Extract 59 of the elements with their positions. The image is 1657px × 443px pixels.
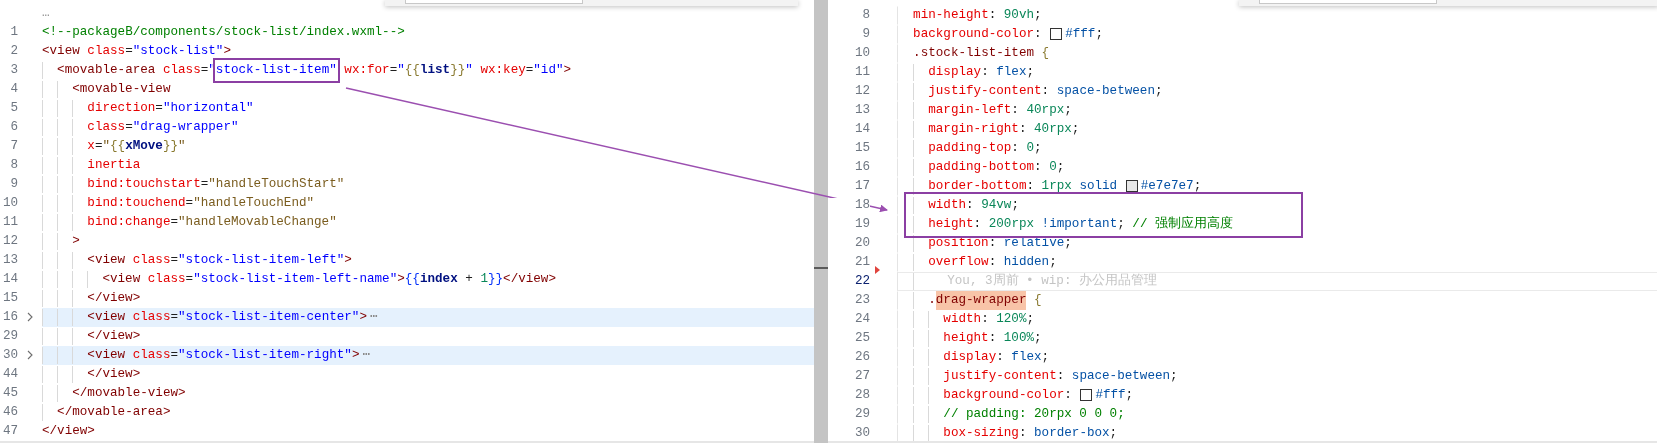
code-text: background-color: xyxy=(943,386,1073,404)
code-text: box-sizing: border-box; xyxy=(943,424,1118,441)
code-text: width: 120%; xyxy=(943,310,1035,328)
code-text: </movable-view> xyxy=(72,384,186,402)
code-text: min-height: 90vh; xyxy=(913,6,1042,24)
code-text: <view class="stock-list-item-right"> xyxy=(87,346,360,364)
code-text: margin-right: 40rpx; xyxy=(928,120,1080,138)
code-text: </view> xyxy=(87,327,141,345)
code-text: direction="horizontal" xyxy=(87,99,254,117)
code-text: #e7e7e7; xyxy=(1140,177,1202,195)
ellipsis-text: … xyxy=(42,4,50,22)
code-text: padding-top: 0; xyxy=(928,139,1042,157)
code-text: bind:change="handleMovableChange" xyxy=(87,213,337,231)
code-text: display: flex; xyxy=(928,63,1035,81)
code-text: width: 94vw; xyxy=(928,196,1019,214)
code-text: inertia xyxy=(87,156,141,174)
triangle-icon xyxy=(875,265,880,274)
code-text: background-color: xyxy=(913,25,1043,43)
code-text: position: relative; xyxy=(928,234,1072,252)
code-text: <view class="stock-list"> xyxy=(42,42,231,60)
code-text: <view class="stock-list-item-left-name">{{index + 1}}</view> xyxy=(102,270,556,288)
color-swatch[interactable] xyxy=(1080,389,1093,401)
code-text: padding-bottom: 0; xyxy=(928,158,1065,176)
code-text: justify-content: space-between; xyxy=(943,367,1178,385)
code-text: display: flex; xyxy=(943,348,1050,366)
code-text: <view class="stock-list-item-left"> xyxy=(87,251,352,269)
color-swatch[interactable] xyxy=(1050,28,1063,40)
fold-ellipsis[interactable]: ⋯ xyxy=(370,307,378,327)
code-text: height: 200rpx !important; // 强制应用高度 xyxy=(928,215,1233,233)
code-text: <view class="stock-list-item-center"> xyxy=(87,308,367,326)
code-text: bind:touchstart="handleTouchStart" xyxy=(87,175,345,193)
chevron-right-icon[interactable] xyxy=(27,350,33,360)
code-text: { xyxy=(1033,291,1042,309)
scrollbar[interactable] xyxy=(814,0,828,443)
code-text: #fff; xyxy=(1065,25,1103,43)
color-swatch[interactable] xyxy=(1125,180,1138,192)
code-text: <!--packageB/components/stock-list/index.wxml--> xyxy=(42,23,405,41)
code-text: . xyxy=(928,291,936,309)
code-text: height: 100%; xyxy=(943,329,1042,347)
code-text: </view> xyxy=(42,422,95,440)
framed-text: stock-list-item" xyxy=(215,60,337,80)
code-text: border-bottom: 1rpx solid xyxy=(928,177,1119,195)
chevron-right-icon[interactable] xyxy=(27,312,33,322)
code-text: </movable-area> xyxy=(57,403,171,421)
code-text: <movable-view xyxy=(72,80,171,98)
code-text: bind:touchend="handleTouchEnd" xyxy=(87,194,315,212)
code-text: </view> xyxy=(87,289,141,307)
code-text: margin-left: 40rpx; xyxy=(928,101,1072,119)
code-text: wx:for="{{list}}" wx:key="id"> xyxy=(343,61,572,79)
code-text: x="{{xMove}}" xyxy=(87,137,186,155)
code-text: overflow: hidden; xyxy=(928,253,1057,271)
code-text: .stock-list-item { xyxy=(913,44,1050,62)
code-text: </view> xyxy=(87,365,141,383)
fold-ellipsis[interactable]: ⋯ xyxy=(362,345,371,365)
code-text: justify-content: space-between; xyxy=(928,82,1163,100)
code-text: class="drag-wrapper" xyxy=(87,118,239,136)
code-text: > xyxy=(72,232,80,250)
code-text: #fff; xyxy=(1095,386,1134,404)
code-text: // padding: 20rpx 0 0 0; xyxy=(943,405,1125,423)
